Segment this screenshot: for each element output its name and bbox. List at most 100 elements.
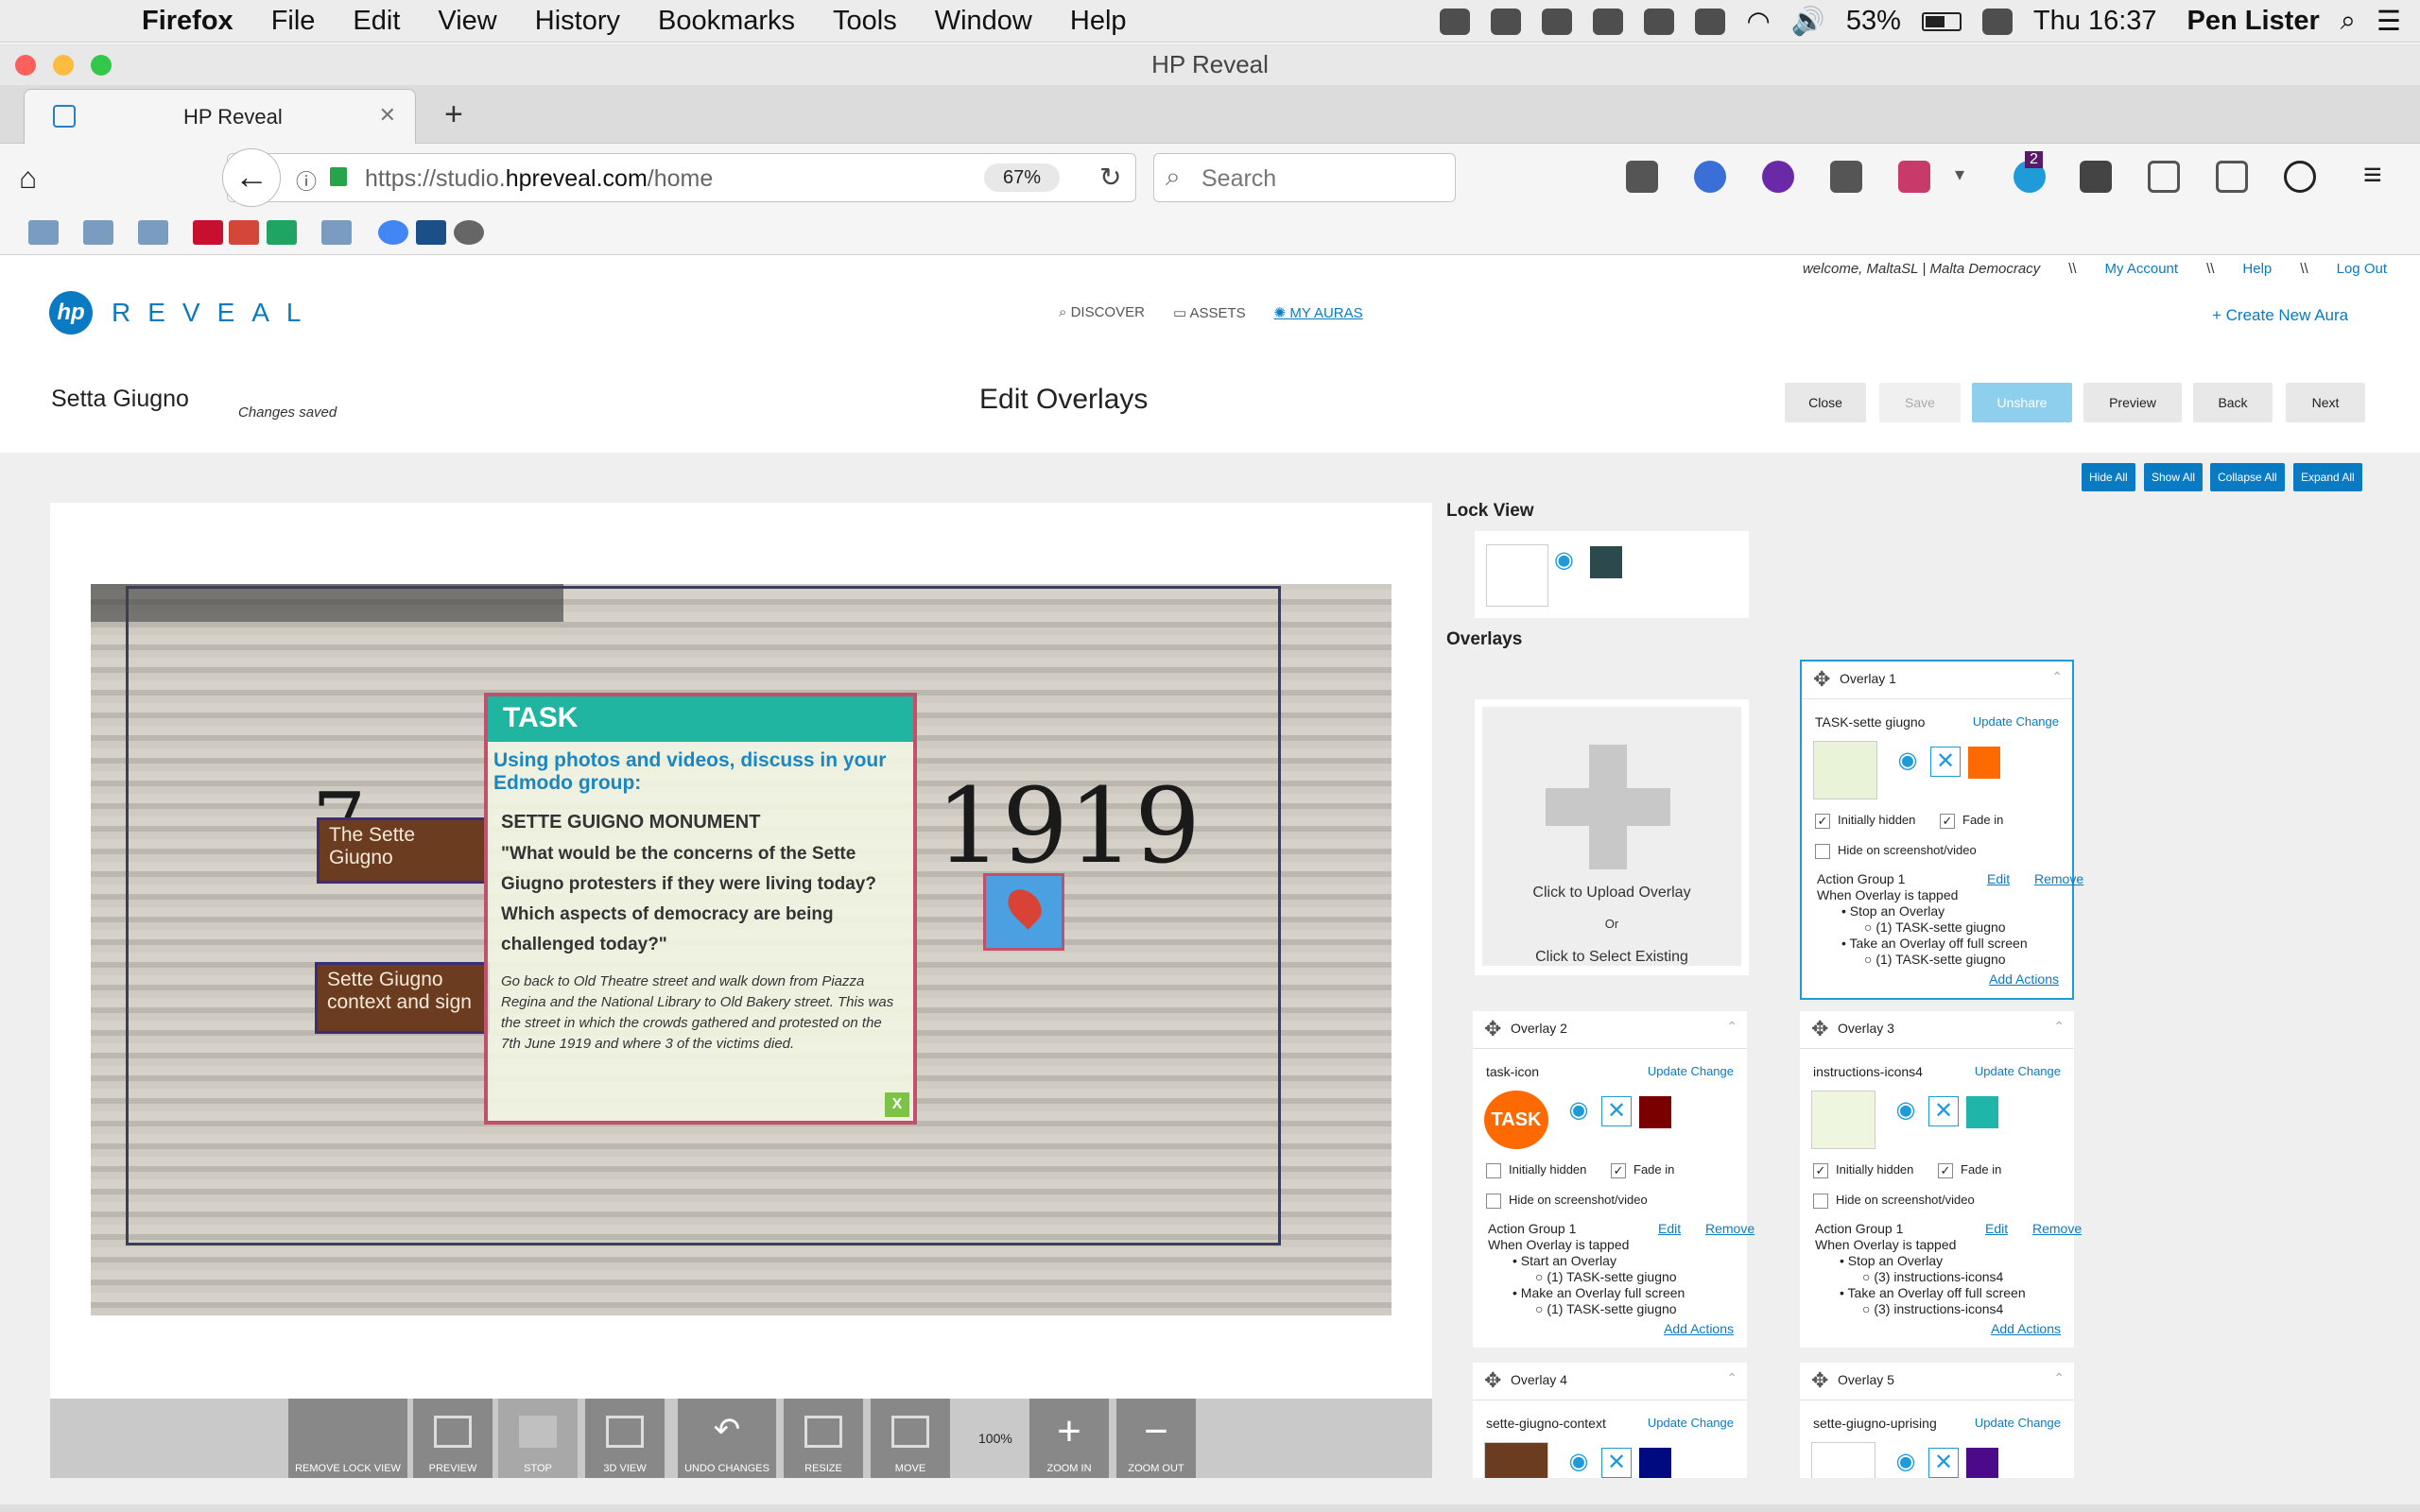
overlay-card-2[interactable]: Overlay 2⌃ task-icon Update Change TASK … [1473,1011,1754,1348]
create-new-aura-link[interactable]: + Create New Aura [2212,306,2348,325]
close-button[interactable]: Close [1785,383,1866,422]
drive-bookmark-icon[interactable] [267,220,297,245]
menu-file[interactable]: File [271,6,316,37]
back-button[interactable]: ← [222,148,281,207]
delete-icon[interactable]: ✕ [1928,1096,1959,1126]
bookmark-folder-icon[interactable] [83,220,113,245]
overlay-card-4[interactable]: Overlay 4⌃ sette-giugno-context Update C… [1473,1363,1747,1478]
nav-assets[interactable]: ▭ ASSETS [1173,304,1246,321]
google-bookmark-icon[interactable] [378,220,408,245]
broom-icon[interactable] [1898,161,1930,193]
overlay-color-swatch[interactable] [1966,1448,1998,1478]
zoom-out-tool[interactable]: − ZOOM OUT [1116,1399,1196,1478]
overlay-color-swatch[interactable] [1639,1448,1671,1478]
globe-bookmark-icon[interactable] [454,220,484,245]
menubar-app-name[interactable]: Firefox [142,6,233,37]
help-link[interactable]: Help [2242,261,2272,277]
info-icon[interactable]: ⓘ [296,165,317,196]
wordpress-icon[interactable] [2284,161,2316,193]
eye-icon[interactable]: ◉ [1564,1448,1594,1478]
extension-swirl-icon[interactable] [1694,161,1726,193]
overlay-card-header[interactable]: Overlay 5⌃ [1800,1363,2074,1400]
select-existing-link[interactable]: Click to Select Existing [1482,949,1741,966]
nav-my-auras[interactable]: ✺ MY AURAS [1274,304,1363,321]
clock[interactable]: Thu 16:37 [2033,6,2157,37]
initially-hidden-checkbox[interactable]: ✓ Initially hidden [1815,813,1915,829]
edit-action-link[interactable]: Edit [1987,871,2010,887]
bolt-icon[interactable] [1695,8,1726,35]
hide-all-button[interactable]: Hide All [2082,463,2135,491]
update-change-links[interactable]: Update Change [1975,1064,2061,1078]
menu-history[interactable]: History [535,6,620,37]
volume-icon[interactable]: 🔊 [1791,6,1825,38]
status-app-icon[interactable] [1440,8,1471,35]
preview-button[interactable]: Preview [2083,383,2182,422]
delete-icon[interactable]: ✕ [1601,1448,1632,1478]
edit-action-link[interactable]: Edit [1658,1221,1681,1237]
map-pin-overlay-icon[interactable] [983,873,1064,951]
hide-on-screenshot-checkbox[interactable]: Hide on screenshot/video [1813,1193,1975,1209]
overlay-color-swatch[interactable] [1968,747,2000,779]
calendar-icon[interactable] [1981,8,2013,35]
overlay-color-swatch[interactable] [1639,1096,1671,1128]
battery-icon[interactable] [1921,11,1962,31]
lock-icon[interactable] [330,167,347,186]
bookmark-folder-icon[interactable] [321,220,352,245]
my-account-link[interactable]: My Account [2105,261,2179,277]
overlay-card-3[interactable]: Overlay 3⌃ instructions-icons4 Update Ch… [1800,1011,2082,1348]
headphones-icon[interactable] [1542,8,1573,35]
stop-tool[interactable]: STOP [498,1399,578,1478]
bookmark-folder-icon[interactable] [138,220,168,245]
snowflake-bookmark-icon[interactable] [416,220,446,245]
home-icon[interactable]: ⌂ [19,161,37,196]
delete-icon[interactable]: ✕ [1930,747,1961,777]
back-button[interactable]: Back [2193,383,2273,422]
next-button[interactable]: Next [2286,383,2365,422]
fade-in-checkbox[interactable]: ✓ Fade in [1938,1162,2001,1178]
preview-tool[interactable]: PREVIEW [413,1399,493,1478]
hide-on-screenshot-checkbox[interactable]: Hide on screenshot/video [1815,843,1977,859]
save-button[interactable]: Save [1879,383,1961,422]
download-icon[interactable] [1626,161,1658,193]
notification-center-icon[interactable]: ☰ [2377,5,2401,38]
close-window-button[interactable] [15,55,36,76]
update-change-links[interactable]: Update Change [1648,1416,1734,1430]
lock-color-swatch[interactable] [1590,546,1622,578]
collapse-all-button[interactable]: Collapse All [2210,463,2285,491]
overlay-card-header[interactable]: Overlay 3⌃ [1800,1011,2074,1049]
remove-action-link[interactable]: Remove [1705,1221,1754,1237]
undo-changes-tool[interactable]: ↶ UNDO CHANGES [678,1399,776,1478]
remove-lock-view-tool[interactable]: REMOVE LOCK VIEW [288,1399,407,1478]
overlay-color-swatch[interactable] [1966,1096,1998,1128]
collapse-icon[interactable]: ⌃ [1726,1370,1737,1386]
collapse-icon[interactable]: ⌃ [2051,669,2063,685]
resize-tool[interactable]: RESIZE [784,1399,863,1478]
eye-icon[interactable]: ◉ [1891,1096,1921,1126]
lock-view-thumbnail[interactable] [1486,544,1548,607]
overlay-card-1[interactable]: Overlay 1⌃ TASK-sette giugno Update Chan… [1800,660,2083,1000]
hide-on-screenshot-checkbox[interactable]: Hide on screenshot/video [1486,1193,1648,1209]
hamburger-menu-icon[interactable]: ≡ [2363,157,2382,194]
hp-reveal-logo[interactable]: hp REVEAL [49,291,319,335]
truck-icon[interactable] [1593,8,1624,35]
menu-help[interactable]: Help [1070,6,1127,37]
delete-icon[interactable]: ✕ [1601,1096,1632,1126]
puzzle-icon[interactable] [1830,161,1862,193]
unshare-button[interactable]: Unshare [1972,383,2072,422]
wifi-icon[interactable]: ◠ [1746,5,1770,38]
nav-discover[interactable]: ⌕ DISCOVER [1059,304,1145,321]
fade-in-checkbox[interactable]: ✓ Fade in [1611,1162,1674,1178]
add-actions-link[interactable]: Add Actions [1664,1321,1734,1336]
overlay-card-header[interactable]: Overlay 4⌃ [1473,1363,1747,1400]
um-bookmark-icon[interactable] [193,220,223,245]
eye-icon[interactable]: ◉ [1554,546,1574,574]
spotlight-icon[interactable]: ⌕ [2341,6,2356,37]
sidebar-icon[interactable] [2148,161,2180,193]
eye-icon[interactable]: ◉ [1893,747,1923,777]
expand-all-button[interactable]: Expand All [2293,463,2362,491]
overlay-card-header[interactable]: Overlay 1⌃ [1802,662,2072,699]
task-close-button[interactable]: X [885,1092,909,1117]
overlay-context-and-sign[interactable]: Sette Giugno context and sign [315,962,490,1034]
bookmark-folder-icon[interactable] [28,220,59,245]
add-actions-link[interactable]: Add Actions [1991,1321,2061,1336]
